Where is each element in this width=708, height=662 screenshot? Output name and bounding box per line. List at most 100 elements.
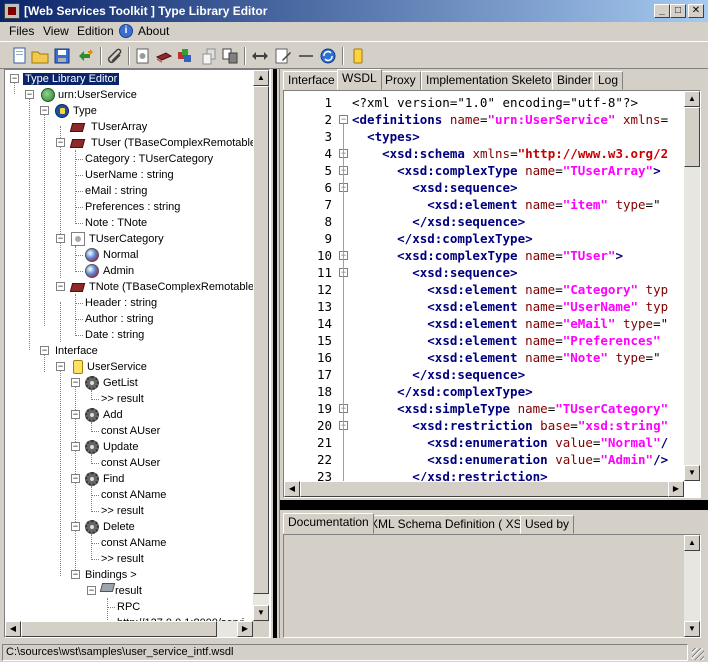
tree-expander[interactable]: − (87, 586, 96, 595)
tree-item-rpc[interactable]: RPC (115, 599, 142, 615)
tree-expander[interactable]: − (71, 522, 80, 531)
code-line[interactable]: </xsd:sequence> (352, 213, 525, 230)
tree-item-tuser[interactable]: TUser (TBaseComplexRemotable) (89, 135, 262, 151)
fold-toggle-icon[interactable]: − (339, 115, 348, 124)
code-line[interactable]: <xsd:enumeration value="Normal"/ (352, 434, 668, 451)
tree-item-method-add[interactable]: Add (101, 407, 125, 423)
tree-item-tuserarray[interactable]: TUserArray (89, 119, 149, 135)
scroll-thumb[interactable] (300, 481, 670, 497)
code-line[interactable]: <xsd:element name="item" type=" (352, 196, 660, 213)
tree-item-field[interactable]: Category : TUserCategory (83, 151, 215, 167)
clip-icon[interactable] (106, 46, 126, 66)
boxes-icon[interactable] (175, 46, 195, 66)
tree-expander[interactable]: − (25, 90, 34, 99)
horizontal-splitter[interactable] (280, 500, 708, 510)
new-file-icon[interactable] (10, 46, 30, 66)
tree-item-result[interactable]: >> result (99, 551, 146, 567)
open-folder-icon[interactable] (30, 46, 50, 66)
tree-item-namespace[interactable]: urn:UserService (56, 87, 139, 103)
scroll-thumb[interactable] (21, 621, 217, 637)
tree-expander[interactable]: − (10, 74, 19, 83)
tree-expander[interactable]: − (71, 442, 80, 451)
code-line[interactable]: <xsd:enumeration value="Admin"/> (352, 451, 668, 468)
code-line[interactable]: <xsd:complexType name="TUserArray"> (352, 162, 660, 179)
code-line[interactable]: <xsd:restriction base="xsd:string" (352, 417, 668, 434)
refresh-arrows-icon[interactable] (76, 46, 96, 66)
tree-expander[interactable]: − (71, 570, 80, 579)
tree-item-tusercategory[interactable]: TUserCategory (87, 231, 166, 247)
tab-log[interactable]: Log (593, 71, 624, 90)
menu-about[interactable]: About (136, 24, 171, 39)
tree-item-method-getlist[interactable]: GetList (101, 375, 140, 391)
tree-item-param[interactable]: const AUser (99, 423, 162, 439)
type-library-tree[interactable]: − Type Library Editor − urn:UserService … (4, 69, 270, 638)
menu-edition[interactable]: Edition (75, 24, 116, 39)
add-doc-icon[interactable] (199, 46, 219, 66)
tab-implementation-skeleton[interactable]: Implementation Skeleton (421, 71, 564, 90)
resize-grip-icon[interactable] (692, 648, 704, 660)
tree-item-param[interactable]: const AName (99, 535, 168, 551)
tree-item-enum-value[interactable]: Normal (101, 247, 140, 263)
menu-view[interactable]: View (41, 24, 71, 39)
tree-expander[interactable]: − (71, 378, 80, 387)
code-line[interactable]: <?xml version="1.0" encoding="utf-8"?> (352, 94, 638, 111)
tab-proxy[interactable]: Proxy (380, 71, 421, 90)
tree-item-interface[interactable]: Interface (53, 343, 100, 359)
scroll-up-icon[interactable]: ▲ (684, 91, 700, 107)
service-icon[interactable] (348, 46, 368, 66)
code-line[interactable]: <xsd:complexType name="TUser"> (352, 247, 623, 264)
scroll-thumb[interactable] (684, 107, 700, 167)
tab-wsdl[interactable]: WSDL (337, 69, 382, 90)
tab-used-by[interactable]: Used by (520, 515, 575, 534)
code-line[interactable]: <definitions name = "urn:UserService" xmln… (352, 111, 668, 128)
scroll-down-icon[interactable]: ▼ (684, 621, 700, 637)
code-line[interactable]: <xsd:element name="Category" typ (352, 281, 668, 298)
wsdl-code-editor[interactable]: 1 2 3 4 5 6 7 8 9 10 11 12 13 14 15 16 17 18 19 20 21 22 23 − −… (283, 90, 701, 498)
tree-horizontal-scrollbar[interactable]: ◀ ▶ (5, 621, 253, 637)
tree-expander[interactable]: − (71, 410, 80, 419)
tree-item-method-find[interactable]: Find (101, 471, 126, 487)
code-line[interactable]: <xsd:element name="Note" type=" (352, 349, 660, 366)
code-area[interactable]: − − − − − − − − <?xml version="1.0" encoding="ut… (284, 91, 686, 484)
tree-item-binding[interactable]: result (113, 583, 144, 599)
code-line[interactable]: </xsd:sequence> (352, 366, 525, 383)
edit-icon[interactable] (273, 46, 293, 66)
tree-item-param[interactable]: const AUser (99, 455, 162, 471)
tree-expander[interactable]: − (71, 474, 80, 483)
tree-item-field[interactable]: eMail : string (83, 183, 149, 199)
tab-interface[interactable]: Interface (283, 71, 340, 90)
scroll-right-icon[interactable]: ▶ (237, 621, 253, 637)
tree-expander[interactable]: − (56, 362, 65, 371)
minus-icon[interactable] (296, 46, 316, 66)
code-line[interactable]: <xsd:simpleType name="TUserCategory" (352, 400, 668, 417)
tree-item-field[interactable]: Preferences : string (83, 199, 182, 215)
tree-item-param[interactable]: const AName (99, 487, 168, 503)
code-line[interactable]: <xsd:sequence> (352, 264, 517, 281)
tab-binder[interactable]: Binder (552, 71, 597, 90)
tree-item-tnote[interactable]: TNote (TBaseComplexRemotable) (87, 279, 260, 295)
documentation-panel[interactable]: ▲ ▼ (283, 534, 701, 638)
tree-expander[interactable]: − (56, 234, 65, 243)
minimize-button[interactable]: _ (654, 4, 670, 18)
tree-expander[interactable]: − (56, 138, 65, 147)
code-line[interactable]: <xsd:element name="Preferences" (352, 332, 668, 349)
sync-icon[interactable] (318, 46, 338, 66)
save-icon[interactable] (52, 46, 72, 66)
tab-xsd[interactable]: XML Schema Definition ( XSD ) (365, 515, 543, 534)
menu-files[interactable]: Files (7, 24, 36, 39)
tree-item-field[interactable]: Note : TNote (83, 215, 149, 231)
tree-item-method-delete[interactable]: Delete (101, 519, 137, 535)
scroll-thumb[interactable] (253, 86, 269, 594)
scroll-down-icon[interactable]: ▼ (253, 605, 269, 621)
editor-horizontal-scrollbar[interactable]: ◀ ▶ (284, 481, 684, 497)
document-icon[interactable] (133, 46, 153, 66)
tree-item-field[interactable]: Author : string (83, 311, 155, 327)
doc-vertical-scrollbar[interactable]: ▲ ▼ (684, 535, 700, 637)
compare-icon[interactable] (220, 46, 240, 66)
tree-expander[interactable]: − (56, 282, 65, 291)
tree-item-enum-value[interactable]: Admin (101, 263, 136, 279)
tree-item-field[interactable]: Date : string (83, 327, 146, 343)
scroll-up-icon[interactable]: ▲ (684, 535, 700, 551)
app-icon[interactable] (4, 3, 20, 19)
tree-expander[interactable]: − (40, 346, 49, 355)
